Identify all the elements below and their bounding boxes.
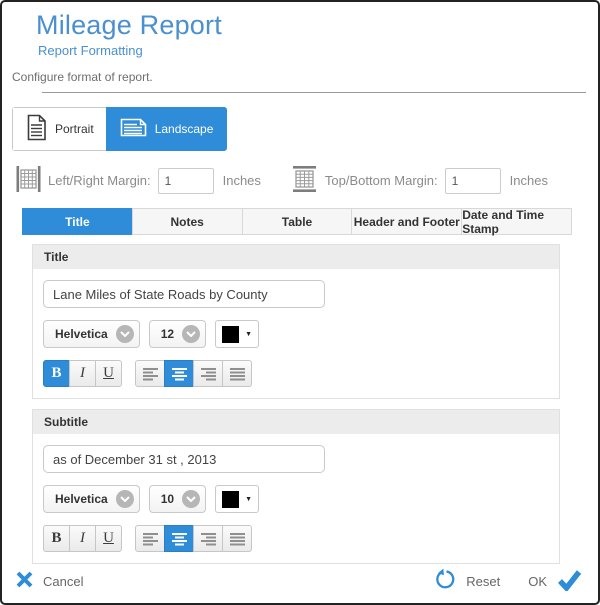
reset-label: Reset <box>466 574 500 589</box>
cancel-label: Cancel <box>43 574 83 589</box>
tab-header-and-footer[interactable]: Header and Footer <box>351 208 462 235</box>
chevron-down-icon <box>182 490 200 508</box>
subtitle-font-family-dropdown[interactable]: Helvetica <box>43 485 140 513</box>
reset-icon <box>433 568 456 594</box>
tab-table[interactable]: Table <box>242 208 353 235</box>
subtitle-align-right-button[interactable] <box>193 525 223 552</box>
top-bottom-margin-unit: Inches <box>510 173 548 188</box>
cancel-button[interactable]: Cancel <box>16 571 83 591</box>
subtitle-font-family-value: Helvetica <box>55 492 108 506</box>
cancel-x-icon <box>16 571 33 591</box>
align-left-icon <box>142 532 159 546</box>
title-font-color-picker[interactable]: ▼ <box>215 320 259 348</box>
page-title: Mileage Report <box>36 10 598 41</box>
ok-button[interactable]: OK <box>528 569 582 594</box>
subtitle-align-group <box>135 525 252 552</box>
caret-down-icon: ▼ <box>245 331 252 338</box>
subtitle-font-size-dropdown[interactable]: 10 <box>149 485 206 513</box>
title-font-size-value: 12 <box>161 327 174 341</box>
landscape-document-icon <box>120 117 147 141</box>
chevron-down-icon <box>116 490 134 508</box>
align-justify-icon <box>229 532 246 546</box>
subtitle-underline-button[interactable]: U <box>95 525 122 552</box>
title-color-swatch <box>222 326 239 343</box>
ok-label: OK <box>528 574 547 589</box>
align-center-icon <box>171 532 188 546</box>
title-align-group <box>135 360 252 387</box>
portrait-document-icon <box>26 114 47 144</box>
subtitle-panel: Subtitle Helvetica 10 ▼ <box>32 409 560 564</box>
chevron-down-icon <box>116 325 134 343</box>
tab-title[interactable]: Title <box>22 208 133 235</box>
portrait-label: Portrait <box>55 122 94 136</box>
title-panel-header: Title <box>33 245 559 269</box>
tab-notes[interactable]: Notes <box>132 208 243 235</box>
portrait-button[interactable]: Portrait <box>13 108 107 150</box>
top-bottom-margin-icon <box>291 165 318 196</box>
top-bottom-margin-input[interactable] <box>445 168 501 194</box>
subtitle-align-left-button[interactable] <box>135 525 165 552</box>
subtitle-font-color-picker[interactable]: ▼ <box>215 485 259 513</box>
subtitle-text-input[interactable] <box>43 445 325 473</box>
title-italic-button[interactable]: I <box>69 360 96 387</box>
subtitle-align-center-button[interactable] <box>164 525 194 552</box>
tab-date-and-time-stamp[interactable]: Date and Time Stamp <box>461 208 572 235</box>
left-right-margin-input[interactable] <box>158 168 214 194</box>
page-description: Configure format of report. <box>12 70 598 84</box>
subtitle-color-swatch <box>222 491 239 508</box>
chevron-down-icon <box>182 325 200 343</box>
orientation-toggle: Portrait Landscape <box>12 107 227 151</box>
title-align-justify-button[interactable] <box>222 360 252 387</box>
align-left-icon <box>142 367 159 381</box>
left-right-margin-label: Left/Right Margin: <box>48 173 151 188</box>
subtitle-italic-button[interactable]: I <box>69 525 96 552</box>
title-align-left-button[interactable] <box>135 360 165 387</box>
subtitle-bold-button[interactable]: B <box>43 525 70 552</box>
reset-button[interactable]: Reset <box>433 568 500 594</box>
divider <box>42 92 586 93</box>
left-right-margin-icon <box>16 164 41 197</box>
subtitle-align-justify-button[interactable] <box>222 525 252 552</box>
caret-down-icon: ▼ <box>245 496 252 503</box>
align-center-icon <box>171 367 188 381</box>
title-bold-button[interactable]: B <box>43 360 70 387</box>
left-right-margin-unit: Inches <box>223 173 261 188</box>
title-font-size-dropdown[interactable]: 12 <box>149 320 206 348</box>
title-text-input[interactable] <box>43 280 325 308</box>
report-format-dialog: Mileage Report Report Formatting Configu… <box>0 0 600 605</box>
top-bottom-margin-label: Top/Bottom Margin: <box>325 173 438 188</box>
ok-check-icon <box>557 569 582 594</box>
page-subtitle: Report Formatting <box>38 43 598 58</box>
landscape-button[interactable]: Landscape <box>106 107 228 151</box>
title-font-family-dropdown[interactable]: Helvetica <box>43 320 140 348</box>
align-justify-icon <box>229 367 246 381</box>
title-style-group: B I U <box>43 360 122 387</box>
align-right-icon <box>200 367 217 381</box>
dialog-footer: Cancel Reset OK <box>16 568 582 594</box>
format-tabs: Title Notes Table Header and Footer Date… <box>22 208 572 235</box>
subtitle-panel-header: Subtitle <box>33 410 559 434</box>
title-panel: Title Helvetica 12 ▼ <box>32 244 560 399</box>
align-right-icon <box>200 532 217 546</box>
subtitle-style-group: B I U <box>43 525 122 552</box>
subtitle-font-size-value: 10 <box>161 492 174 506</box>
margins-row: Left/Right Margin: Inches Top/Bottom Mar… <box>16 164 598 197</box>
landscape-label: Landscape <box>155 122 214 136</box>
title-underline-button[interactable]: U <box>95 360 122 387</box>
title-align-right-button[interactable] <box>193 360 223 387</box>
title-align-center-button[interactable] <box>164 360 194 387</box>
title-font-family-value: Helvetica <box>55 327 108 341</box>
